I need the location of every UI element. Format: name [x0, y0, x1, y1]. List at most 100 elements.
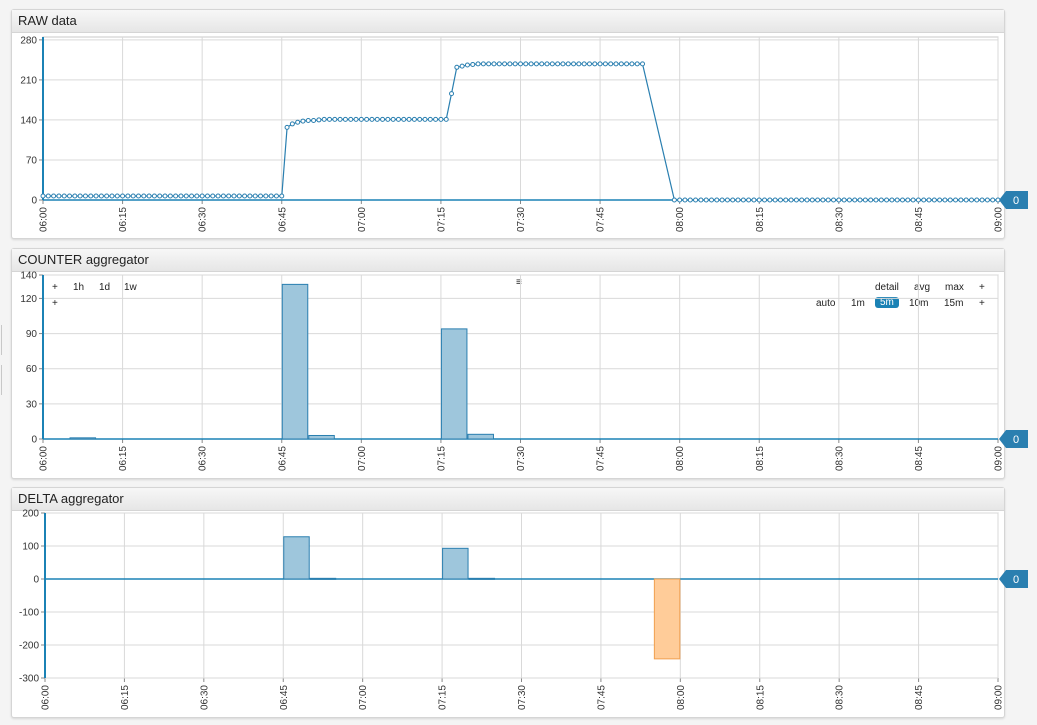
- data-point: [390, 116, 396, 122]
- data-point: [963, 197, 969, 203]
- y-tick-label: 210: [20, 75, 37, 86]
- data-point: [358, 116, 364, 122]
- data-point: [714, 197, 720, 203]
- x-tick-label: 06:00: [39, 446, 50, 471]
- data-point: [109, 193, 115, 199]
- data-point: [316, 117, 322, 123]
- data-point: [67, 193, 73, 199]
- data-point: [252, 193, 258, 199]
- data-point: [926, 197, 932, 203]
- data-point: [586, 61, 592, 67]
- data-point: [937, 197, 943, 203]
- x-tick-label: 08:45: [914, 685, 925, 710]
- data-point: [931, 197, 937, 203]
- data-point: [900, 197, 905, 203]
- y-tick-label: 100: [22, 542, 39, 553]
- x-tick-label: 08:00: [676, 685, 687, 710]
- last-value-label: 0: [1013, 574, 1019, 586]
- data-point: [231, 193, 237, 199]
- data-point: [220, 193, 226, 199]
- data-point: [735, 197, 741, 203]
- data-point: [576, 61, 582, 67]
- data-point: [905, 197, 911, 203]
- data-point: [162, 193, 168, 199]
- data-point: [841, 197, 847, 203]
- data-point: [862, 197, 868, 203]
- data-point: [263, 193, 269, 199]
- x-tick-label: 07:00: [358, 685, 369, 710]
- x-tick-label: 07:30: [517, 685, 528, 710]
- data-point: [236, 193, 242, 199]
- x-tick-label: 08:45: [914, 446, 925, 471]
- last-value-label: 0: [1013, 195, 1019, 207]
- x-tick-label: 07:15: [438, 685, 449, 710]
- data-point: [592, 61, 598, 67]
- data-point: [61, 193, 67, 199]
- x-tick-label: 08:30: [834, 446, 845, 471]
- data-point: [724, 197, 730, 203]
- data-point: [406, 116, 412, 122]
- data-point: [878, 197, 884, 203]
- data-point: [533, 61, 539, 67]
- chart-2-group: 06:00 06:15 06:30 06:45 07:00 07:15 07:30 07:45…: [19, 509, 1028, 710]
- data-point: [311, 118, 317, 124]
- x-tick-label: 06:30: [198, 207, 209, 232]
- data-point: [295, 119, 301, 125]
- data-point: [884, 197, 890, 203]
- data-point: [459, 63, 465, 69]
- data-point: [767, 197, 773, 203]
- data-point: [194, 193, 200, 199]
- x-tick-label: 09:00: [994, 446, 1005, 471]
- data-point: [486, 61, 492, 67]
- data-point: [374, 116, 380, 122]
- data-point: [422, 116, 428, 122]
- x-tick-label: 06:15: [118, 446, 129, 471]
- y-tick-label: 140: [20, 115, 37, 126]
- data-point: [300, 118, 306, 124]
- data-point: [868, 197, 874, 203]
- data-point: [321, 116, 327, 122]
- data-point: [40, 193, 46, 199]
- y-tick-label: 30: [26, 399, 38, 410]
- data-point: [289, 121, 295, 127]
- y-tick-label: 280: [20, 35, 37, 46]
- bar: [69, 437, 97, 440]
- data-point: [353, 116, 359, 122]
- data-point: [242, 193, 248, 199]
- data-point: [178, 193, 184, 199]
- data-point: [693, 197, 699, 203]
- data-point: [417, 116, 423, 122]
- data-point: [549, 61, 555, 67]
- data-point: [454, 64, 460, 70]
- data-point: [141, 193, 147, 199]
- bar: [468, 577, 496, 580]
- data-point: [629, 61, 635, 67]
- data-point: [258, 193, 264, 199]
- data-point: [581, 61, 587, 67]
- data-point: [268, 193, 274, 199]
- x-tick-label: 08:00: [675, 446, 686, 471]
- data-point: [820, 197, 826, 203]
- data-point: [968, 197, 974, 203]
- data-point: [894, 197, 900, 203]
- data-point: [279, 193, 285, 199]
- data-point: [772, 197, 778, 203]
- data-point: [104, 193, 110, 199]
- data-point: [990, 197, 996, 203]
- data-point: [470, 61, 476, 67]
- data-point: [979, 197, 985, 203]
- data-point: [528, 61, 534, 67]
- y-tick-label: 200: [22, 509, 39, 520]
- data-point: [947, 197, 953, 203]
- data-point: [51, 193, 57, 199]
- x-tick-label: 06:15: [120, 685, 131, 710]
- data-point: [571, 61, 577, 67]
- data-point: [348, 116, 354, 122]
- y-tick-label: 60: [26, 364, 38, 375]
- data-point: [682, 197, 688, 203]
- data-point: [443, 116, 449, 122]
- data-point: [125, 193, 131, 199]
- data-point: [364, 116, 370, 122]
- data-point: [77, 193, 83, 199]
- data-point: [846, 197, 852, 203]
